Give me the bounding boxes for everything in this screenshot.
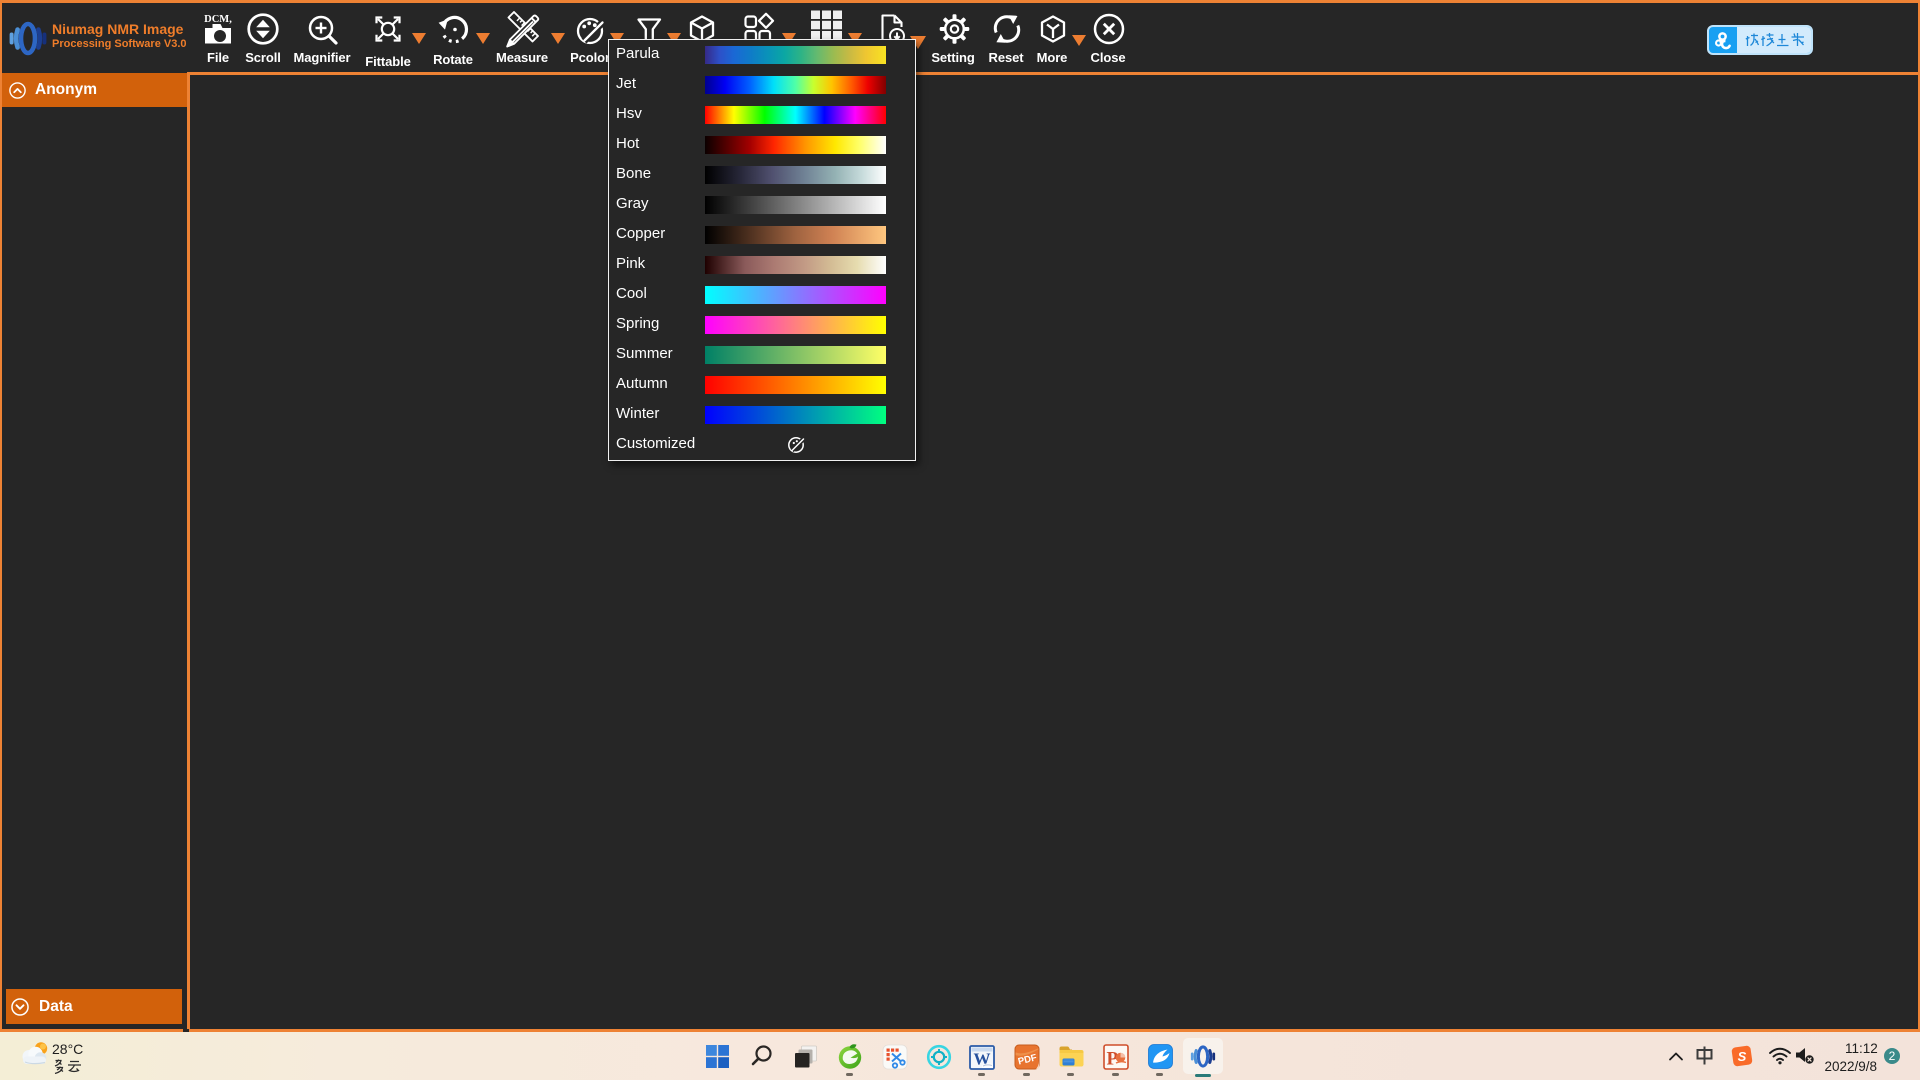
svg-text:DCM,: DCM, xyxy=(204,14,232,25)
svg-text:S: S xyxy=(1738,1049,1747,1064)
